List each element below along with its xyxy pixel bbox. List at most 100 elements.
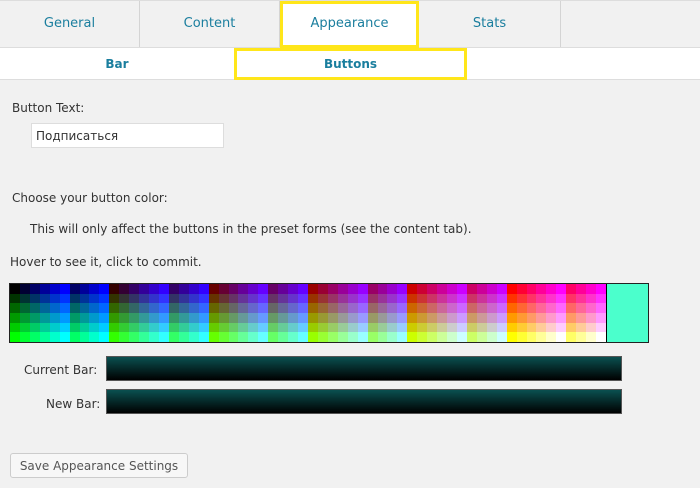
color-swatch[interactable]	[516, 293, 527, 304]
color-swatch[interactable]	[417, 284, 428, 294]
color-swatch[interactable]	[476, 332, 487, 342]
color-swatch[interactable]	[377, 332, 388, 342]
subtab-bar[interactable]: Bar	[0, 48, 234, 80]
color-swatch[interactable]	[447, 313, 457, 323]
color-swatch[interactable]	[377, 322, 388, 333]
color-swatch[interactable]	[79, 293, 90, 304]
color-swatch[interactable]	[486, 284, 497, 294]
color-swatch[interactable]	[397, 293, 408, 304]
color-swatch[interactable]	[457, 284, 467, 294]
color-swatch[interactable]	[437, 313, 448, 323]
color-swatch[interactable]	[139, 293, 150, 304]
color-swatch[interactable]	[556, 322, 567, 333]
color-swatch[interactable]	[486, 293, 497, 304]
color-swatch[interactable]	[566, 332, 577, 342]
color-swatch[interactable]	[248, 332, 259, 342]
color-swatch[interactable]	[357, 322, 368, 333]
color-swatch[interactable]	[119, 313, 130, 323]
color-swatch[interactable]	[268, 322, 279, 333]
color-swatch[interactable]	[526, 293, 537, 304]
color-swatch[interactable]	[566, 284, 577, 294]
color-swatch[interactable]	[159, 313, 169, 323]
color-swatch[interactable]	[337, 293, 348, 304]
color-swatch[interactable]	[149, 303, 159, 313]
color-swatch[interactable]	[248, 322, 259, 333]
color-swatch[interactable]	[238, 284, 249, 294]
color-swatch[interactable]	[516, 284, 527, 294]
color-swatch[interactable]	[208, 332, 219, 342]
selected-color-swatch[interactable]	[607, 284, 648, 342]
color-swatch[interactable]	[218, 293, 229, 304]
color-swatch[interactable]	[248, 313, 259, 323]
color-swatch[interactable]	[516, 322, 527, 333]
color-swatch[interactable]	[546, 293, 557, 304]
color-swatch[interactable]	[288, 284, 299, 294]
color-swatch[interactable]	[357, 313, 368, 323]
color-swatch[interactable]	[119, 303, 130, 313]
color-swatch[interactable]	[387, 284, 398, 294]
color-swatch[interactable]	[357, 284, 368, 294]
color-swatch[interactable]	[159, 322, 169, 333]
color-swatch[interactable]	[566, 293, 577, 304]
color-swatch[interactable]	[347, 322, 358, 333]
color-swatch[interactable]	[268, 293, 279, 304]
color-swatch[interactable]	[308, 303, 318, 313]
color-swatch[interactable]	[129, 293, 140, 304]
color-swatch[interactable]	[377, 313, 388, 323]
color-swatch[interactable]	[228, 284, 239, 294]
color-swatch[interactable]	[437, 332, 448, 342]
color-swatch[interactable]	[99, 293, 110, 304]
color-swatch[interactable]	[387, 293, 398, 304]
color-swatch[interactable]	[417, 313, 428, 323]
color-swatch[interactable]	[79, 303, 90, 313]
color-swatch[interactable]	[228, 332, 239, 342]
color-swatch[interactable]	[69, 322, 80, 333]
color-swatch[interactable]	[407, 284, 418, 294]
color-swatch[interactable]	[19, 313, 30, 323]
color-swatch[interactable]	[218, 313, 229, 323]
color-swatch[interactable]	[367, 293, 378, 304]
color-swatch[interactable]	[19, 322, 30, 333]
color-swatch[interactable]	[278, 303, 289, 313]
color-swatch[interactable]	[596, 293, 606, 304]
color-swatch[interactable]	[298, 313, 308, 323]
color-swatch[interactable]	[139, 303, 150, 313]
color-swatch[interactable]	[129, 322, 140, 333]
color-swatch[interactable]	[506, 293, 517, 304]
color-swatch[interactable]	[278, 322, 289, 333]
color-swatch[interactable]	[109, 332, 120, 342]
color-swatch[interactable]	[427, 303, 438, 313]
color-swatch[interactable]	[159, 293, 169, 304]
color-swatch[interactable]	[337, 313, 348, 323]
color-swatch[interactable]	[586, 284, 597, 294]
color-swatch[interactable]	[407, 303, 418, 313]
color-swatch[interactable]	[198, 293, 209, 304]
color-swatch[interactable]	[596, 284, 606, 294]
color-swatch[interactable]	[536, 293, 547, 304]
color-swatch[interactable]	[506, 322, 517, 333]
color-swatch[interactable]	[49, 313, 60, 323]
color-swatch[interactable]	[496, 284, 507, 294]
color-swatch[interactable]	[218, 303, 229, 313]
color-swatch[interactable]	[178, 332, 189, 342]
color-swatch[interactable]	[566, 303, 577, 313]
color-swatch[interactable]	[39, 332, 50, 342]
color-swatch[interactable]	[188, 293, 199, 304]
color-swatch[interactable]	[39, 303, 50, 313]
color-swatch[interactable]	[29, 303, 40, 313]
color-swatch[interactable]	[546, 313, 557, 323]
color-swatch[interactable]	[486, 303, 497, 313]
color-swatch[interactable]	[447, 284, 457, 294]
color-swatch[interactable]	[337, 284, 348, 294]
color-swatch[interactable]	[407, 332, 418, 342]
color-swatch[interactable]	[447, 293, 457, 304]
color-swatch[interactable]	[298, 332, 308, 342]
color-swatch[interactable]	[178, 303, 189, 313]
color-swatch[interactable]	[69, 313, 80, 323]
color-swatch[interactable]	[119, 332, 130, 342]
color-swatch[interactable]	[476, 322, 487, 333]
color-swatch[interactable]	[228, 322, 239, 333]
color-swatch[interactable]	[327, 303, 338, 313]
color-swatch[interactable]	[49, 322, 60, 333]
color-swatch[interactable]	[397, 313, 408, 323]
